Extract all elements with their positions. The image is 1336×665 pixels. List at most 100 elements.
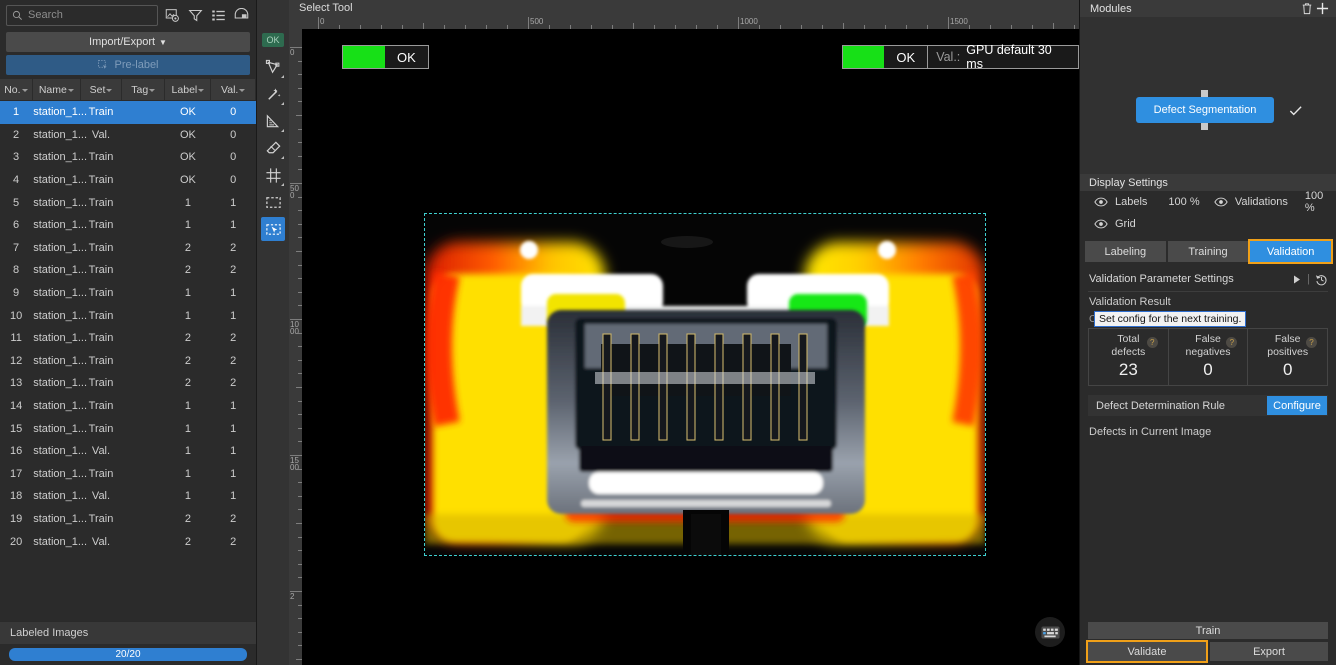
import-export-button[interactable]: Import/Export ▼ [6, 32, 250, 52]
gradient-tool[interactable] [261, 109, 285, 133]
ok-label-tool[interactable]: OK [261, 28, 285, 52]
cell-no: 15 [9, 422, 23, 435]
divider: | [1307, 273, 1310, 285]
cell-name: station_1... [33, 196, 88, 209]
polygon-tool[interactable] [261, 55, 285, 79]
pre-label-button[interactable]: Pre-label [6, 55, 250, 75]
column-header-val[interactable]: Val. [210, 79, 256, 101]
cell-no: 14 [9, 400, 23, 413]
labels-value[interactable]: 100 % [1168, 196, 1199, 208]
table-row[interactable]: 4 station_1... Train OK 0 [0, 169, 256, 192]
node-handle-bottom[interactable] [1201, 123, 1208, 130]
node-handle-top[interactable] [1201, 90, 1208, 97]
table-row[interactable]: 1 station_1... Train OK 0 [0, 100, 256, 124]
cell-name: station_1... [33, 377, 88, 390]
column-header-no[interactable]: No. [0, 79, 33, 101]
play-triangle-icon[interactable] [1291, 271, 1303, 288]
column-header-set[interactable]: Set [80, 79, 123, 101]
table-row[interactable]: 14 station_1... Train 1 1 [0, 395, 256, 418]
help-icon-false-positives[interactable]: ? [1306, 337, 1318, 348]
column-header-tag[interactable]: Tag [121, 79, 166, 101]
table-row[interactable]: 15 station_1... Train 1 1 [0, 417, 256, 440]
trash-icon[interactable] [1300, 2, 1314, 16]
image-settings-icon[interactable] [164, 7, 181, 24]
list-view-icon[interactable] [210, 7, 227, 24]
table-row[interactable]: 12 station_1... Train 2 2 [0, 350, 256, 373]
eye-icon-validations[interactable] [1214, 196, 1228, 208]
table-row[interactable]: 9 station_1... Train 1 1 [0, 282, 256, 305]
check-icon[interactable] [1286, 101, 1304, 119]
validations-value[interactable]: 100 % [1305, 190, 1336, 214]
table-row[interactable]: 5 station_1... Train 1 1 [0, 191, 256, 214]
grid-label: Grid [1115, 218, 1136, 230]
cell-label: 1 [184, 445, 191, 458]
keyboard-shortcuts-icon[interactable] [1035, 617, 1065, 647]
help-icon-total-defects[interactable]: ? [1146, 337, 1158, 348]
validation-parameter-settings-row[interactable]: Validation Parameter Settings | [1080, 267, 1336, 291]
table-row[interactable]: 17 station_1... Train 1 1 [0, 463, 256, 486]
cell-tag [122, 124, 165, 147]
cell-label: 1 [184, 490, 191, 503]
plus-icon[interactable] [1314, 2, 1330, 16]
marquee-select-tool[interactable] [261, 190, 285, 214]
result-overlay-right: OK Val.: GPU default 30 ms [842, 43, 1079, 71]
eye-icon-labels[interactable] [1094, 196, 1108, 208]
table-row[interactable]: 11 station_1... Train 2 2 [0, 327, 256, 350]
eye-icon-grid[interactable] [1094, 218, 1108, 230]
table-row[interactable]: 8 station_1... Train 2 2 [0, 259, 256, 282]
column-header-label[interactable]: Label [164, 79, 212, 101]
cell-tag [122, 259, 165, 282]
table-row[interactable]: 7 station_1... Train 2 2 [0, 237, 256, 260]
cell-no: 17 [9, 467, 23, 480]
table-row[interactable]: 20 station_1... Val. 2 2 [0, 530, 256, 553]
tab-training[interactable]: Training [1167, 241, 1249, 262]
module-node-defect-segmentation[interactable]: Defect Segmentation [1136, 97, 1274, 123]
cell-val: 1 [230, 467, 237, 480]
table-row[interactable]: 19 station_1... Train 2 2 [0, 508, 256, 531]
module-graph-canvas[interactable]: Defect Segmentation [1080, 17, 1336, 174]
move-select-tool[interactable] [261, 217, 285, 241]
cell-name: station_1... [32, 100, 87, 124]
configure-button[interactable]: Configure [1267, 396, 1327, 415]
cell-no: 12 [9, 354, 23, 367]
tab-validation[interactable]: Validation [1248, 239, 1334, 264]
table-row[interactable]: 10 station_1... Train 1 1 [0, 304, 256, 327]
column-header-name[interactable]: Name [32, 79, 81, 101]
table-row[interactable]: 6 station_1... Train 1 1 [0, 214, 256, 237]
cell-tag [122, 282, 165, 305]
modules-header: Modules [1080, 0, 1336, 17]
cell-val: 2 [230, 241, 237, 254]
selection-bounding-box[interactable] [424, 213, 986, 556]
export-button[interactable]: Export [1210, 642, 1328, 661]
image-canvas[interactable]: OK OK Val.: GPU default 30 ms [302, 29, 1079, 665]
table-row[interactable]: 18 station_1... Val. 1 1 [0, 485, 256, 508]
ruler-label: 500 [530, 17, 544, 26]
validate-export-row: Validate Export [1086, 640, 1328, 663]
grid-tool[interactable] [261, 163, 285, 187]
cell-label: 2 [184, 354, 191, 367]
display-settings-header: Display Settings [1080, 174, 1336, 191]
table-row[interactable]: 3 station_1... Train OK 0 [0, 146, 256, 169]
thumbnail-view-icon[interactable] [233, 7, 250, 24]
history-reset-icon[interactable] [1314, 271, 1328, 288]
tab-labeling[interactable]: Labeling [1085, 241, 1166, 262]
ruler-label: 2 [290, 592, 295, 601]
search-input[interactable]: Search [6, 4, 158, 26]
table-row[interactable]: 2 station_1... Val. OK 0 [0, 124, 256, 147]
cell-label: 2 [184, 535, 191, 548]
cell-tag [121, 100, 165, 124]
magic-wand-tool[interactable] [261, 82, 285, 106]
cell-tag [122, 485, 165, 508]
table-row[interactable]: 13 station_1... Train 2 2 [0, 372, 256, 395]
application-window: Search Import/Export ▼ Pre-label No. Nam… [0, 0, 1336, 665]
cell-name: station_1... [33, 354, 88, 367]
filter-icon[interactable] [187, 7, 204, 24]
cell-name: station_1... [33, 219, 88, 232]
train-button[interactable]: Train [1088, 622, 1328, 639]
cell-no: 19 [9, 512, 23, 525]
eraser-tool[interactable] [261, 136, 285, 160]
table-row[interactable]: 16 station_1... Val. 1 1 [0, 440, 256, 463]
validate-button[interactable]: Validate [1086, 640, 1208, 663]
inference-value: GPU default 30 ms [966, 43, 1052, 71]
cell-tag [122, 395, 165, 418]
